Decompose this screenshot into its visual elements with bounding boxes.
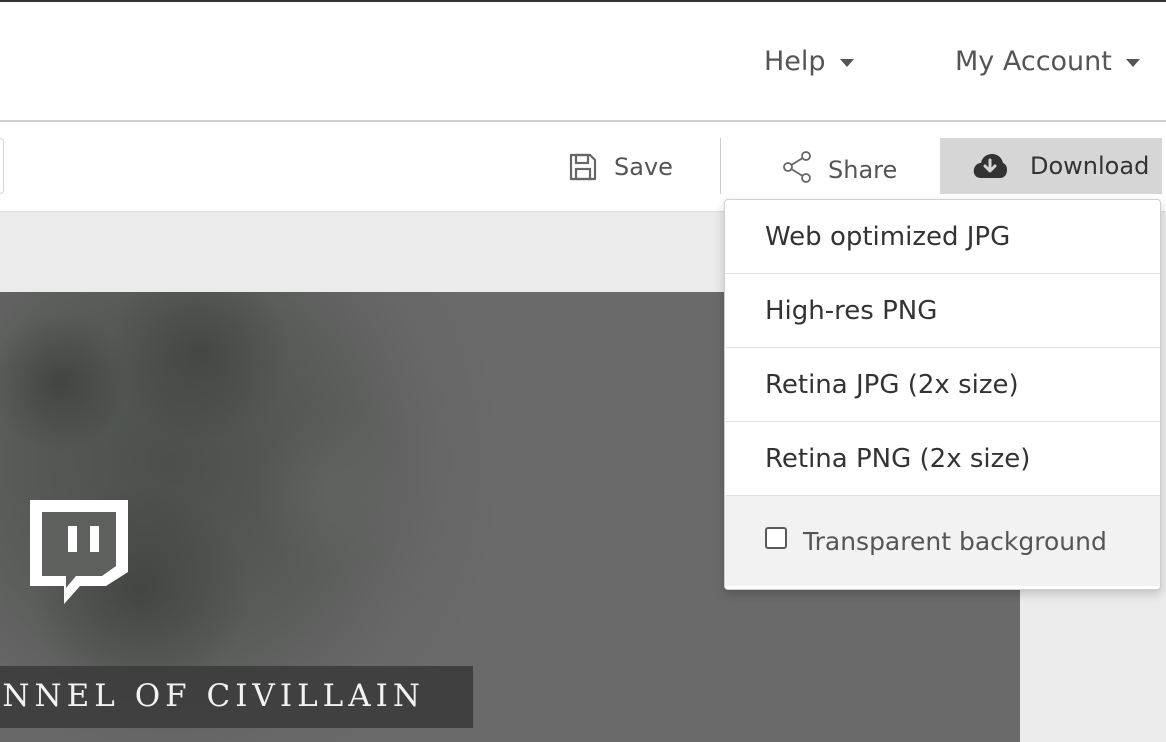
download-label: Download	[1030, 152, 1150, 180]
download-option-label: Retina JPG (2x size)	[765, 369, 1019, 400]
save-label: Save	[614, 153, 673, 181]
design-banner: ANNEL OF CIVILLAIN	[0, 666, 473, 728]
my-account-menu[interactable]: My Account	[955, 46, 1140, 77]
chevron-down-icon	[1125, 58, 1140, 67]
chevron-down-icon	[839, 58, 854, 67]
download-option-retina-png[interactable]: Retina PNG (2x size)	[725, 422, 1160, 496]
download-option-label: High-res PNG	[765, 295, 938, 326]
toolbar-left-control[interactable]	[0, 138, 4, 194]
transparent-background-option: Transparent background	[725, 496, 1160, 586]
share-icon	[780, 150, 814, 184]
share-label: Share	[828, 156, 898, 184]
transparent-background-checkbox[interactable]	[765, 527, 787, 549]
download-option-label: Web optimized JPG	[765, 221, 1011, 252]
download-button[interactable]: Download	[940, 138, 1162, 194]
help-menu-label: Help	[764, 46, 826, 77]
banner-text: ANNEL OF CIVILLAIN	[0, 678, 425, 714]
download-option-web-jpg[interactable]: Web optimized JPG	[725, 200, 1160, 274]
save-icon	[568, 152, 598, 182]
my-account-label: My Account	[955, 46, 1112, 77]
transparent-background-label[interactable]: Transparent background	[803, 527, 1107, 556]
help-menu[interactable]: Help	[764, 46, 854, 77]
twitch-icon	[26, 498, 130, 612]
cloud-download-icon	[972, 152, 1008, 180]
download-dropdown-menu: Web optimized JPG High-res PNG Retina JP…	[724, 199, 1161, 590]
toolbar-divider	[720, 138, 721, 194]
share-button[interactable]: Share	[780, 150, 897, 184]
download-option-retina-jpg[interactable]: Retina JPG (2x size)	[725, 348, 1160, 422]
download-option-label: Retina PNG (2x size)	[765, 443, 1031, 474]
top-nav-bar: Help My Account	[0, 0, 1166, 122]
save-button[interactable]: Save	[568, 152, 673, 182]
download-option-highres-png[interactable]: High-res PNG	[725, 274, 1160, 348]
